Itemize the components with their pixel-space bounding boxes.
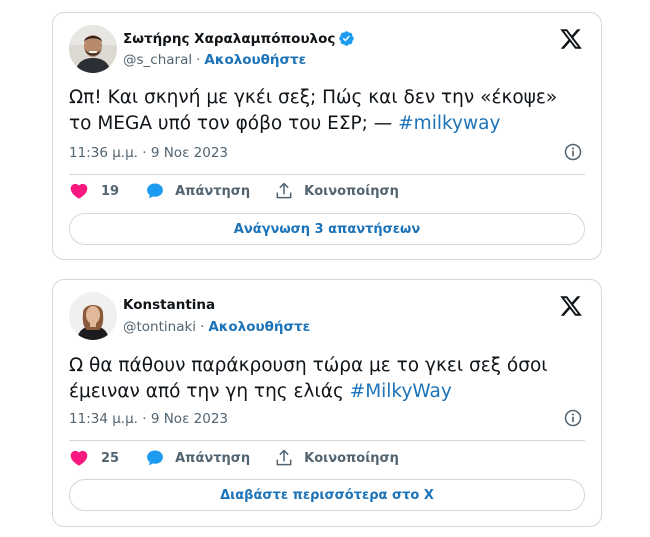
tweet-text: Ωπ! Και σκηνή με γκέι σεξ; Πώς και δεν τ… [69,85,585,137]
like-count: 25 [101,450,120,466]
share-label: Κοινοποίηση [304,183,399,199]
action-bar: 25 Απάντηση Κοινοποίηση [69,448,399,468]
divider [69,440,585,441]
follow-link[interactable]: Ακολουθήστε [204,52,306,68]
heart-icon [70,450,88,466]
avatar[interactable] [69,292,117,340]
x-logo-icon[interactable] [559,27,583,51]
reply-bubble-icon [147,183,164,199]
share-label: Κοινοποίηση [304,450,399,466]
share-button[interactable]: Κοινοποίηση [274,181,399,201]
avatar[interactable] [69,25,117,73]
like-button[interactable]: 19 [69,181,119,201]
read-replies-button[interactable]: Ανάγνωση 3 απαντήσεων [69,213,585,245]
action-bar: 19 Απάντηση Κοινοποίηση [69,181,399,201]
follow-link[interactable]: Ακολουθήστε [208,319,310,335]
hashtag-link[interactable]: #milkyway [398,113,500,134]
share-upload-icon [276,182,292,199]
info-icon[interactable] [563,142,583,162]
like-button[interactable]: 25 [69,448,119,468]
timestamp[interactable]: 11:34 μ.μ. · 9 Νοε 2023 [69,411,228,427]
verified-badge-icon [339,31,355,46]
tweet-card: Konstantina @tontinaki · Ακολουθήστε Ω θ… [52,279,602,527]
like-count: 19 [101,183,120,199]
x-logo-icon[interactable] [559,294,583,318]
separator: · [200,319,205,335]
author-name[interactable]: Konstantina [123,297,215,313]
reply-button[interactable]: Απάντηση [145,448,250,468]
tweet-body: Ω θα πάθουν παράκρουση τώρα με το γκει σ… [69,355,548,402]
tweet-card: Σωτήρης Χαραλαμπόπουλος @s_charal · Ακολ… [52,12,602,260]
author-name[interactable]: Σωτήρης Χαραλαμπόπουλος [123,31,335,47]
separator: · [196,52,201,68]
author-handle[interactable]: @tontinaki [123,319,196,335]
tweet-text: Ω θα πάθουν παράκρουση τώρα με το γκει σ… [69,353,585,405]
read-more-button[interactable]: Διαβάστε περισσότερα στο Χ [69,479,585,511]
reply-label: Απάντηση [175,450,251,466]
reply-label: Απάντηση [175,183,251,199]
heart-icon [70,183,88,199]
author-handle[interactable]: @s_charal [123,52,192,68]
timestamp[interactable]: 11:36 μ.μ. · 9 Νοε 2023 [69,145,228,161]
reply-button[interactable]: Απάντηση [145,181,250,201]
divider [69,174,585,175]
share-upload-icon [276,449,292,466]
info-icon[interactable] [563,408,583,428]
share-button[interactable]: Κοινοποίηση [274,448,399,468]
reply-bubble-icon [147,450,164,466]
hashtag-link[interactable]: #MilkyWay [350,381,452,402]
